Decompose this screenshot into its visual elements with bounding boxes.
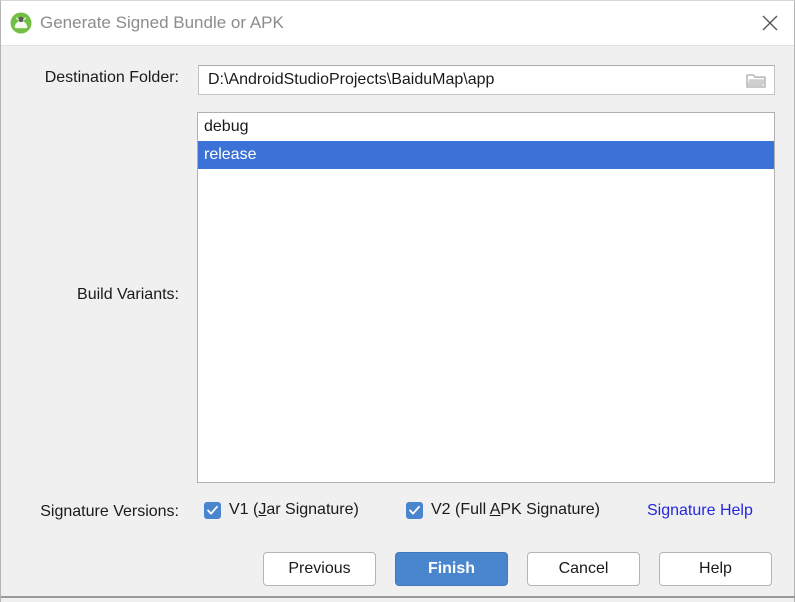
cancel-button[interactable]: Cancel: [527, 552, 640, 586]
signature-v1-text-before: V1 (: [229, 501, 259, 518]
signature-v1-checkbox[interactable]: V1 (Jar Signature): [204, 501, 359, 519]
signature-v2-mnemonic: A: [489, 501, 501, 518]
folder-icon[interactable]: [746, 72, 766, 89]
build-variants-list[interactable]: debug release: [197, 112, 775, 483]
close-icon[interactable]: [753, 7, 787, 39]
checkmark-icon: [406, 501, 423, 519]
signature-v2-text-after: PK Signature): [500, 501, 600, 518]
signature-v1-text-after: ar Signature): [266, 501, 359, 518]
previous-button[interactable]: Previous: [263, 552, 376, 586]
destination-folder-input[interactable]: D:\AndroidStudioProjects\BaiduMap\app: [208, 71, 494, 89]
generate-signed-bundle-dialog: Generate Signed Bundle or APK Destinatio…: [0, 0, 795, 602]
signature-versions-label: Signature Versions:: [40, 503, 179, 520]
android-studio-icon: [10, 12, 32, 34]
signature-v1-label: V1 (Jar Signature): [229, 501, 359, 519]
signature-v2-label: V2 (Full APK Signature): [431, 501, 600, 519]
signature-v2-text-before: V2 (Full: [431, 501, 490, 518]
dialog-title: Generate Signed Bundle or APK: [40, 13, 284, 32]
signature-help-link[interactable]: Signature Help: [647, 502, 753, 520]
signature-v2-checkbox[interactable]: V2 (Full APK Signature): [406, 501, 600, 519]
dialog-titlebar: Generate Signed Bundle or APK: [1, 1, 794, 46]
checkmark-icon: [204, 501, 221, 519]
finish-button[interactable]: Finish: [395, 552, 508, 586]
dialog-bottom-edge: [1, 596, 795, 598]
destination-folder-field[interactable]: D:\AndroidStudioProjects\BaiduMap\app: [198, 65, 775, 95]
build-variants-label: Build Variants:: [77, 286, 179, 303]
help-button[interactable]: Help: [659, 552, 772, 586]
list-item[interactable]: release: [198, 141, 774, 169]
destination-folder-label: Destination Folder:: [44, 69, 179, 86]
list-item[interactable]: debug: [198, 113, 774, 141]
